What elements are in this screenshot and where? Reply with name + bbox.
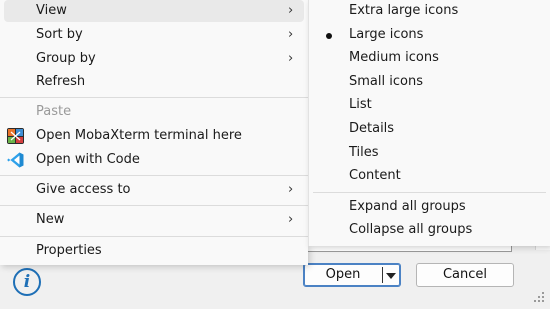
submenu-item-medium-icons[interactable]: Medium icons (309, 47, 550, 69)
chevron-right-icon: › (288, 182, 294, 197)
menu-item-label: Sort by (36, 27, 83, 42)
submenu-item-label: Expand all groups (349, 199, 466, 214)
menu-item-give-access-to[interactable]: Give access to › (0, 179, 308, 201)
open-button-label: Open (325, 267, 361, 282)
menu-item-properties[interactable]: Properties (0, 240, 308, 262)
submenu-item-list[interactable]: List (309, 94, 550, 116)
menu-item-open-with-code[interactable]: Open with Code (0, 149, 308, 171)
menu-item-refresh[interactable]: Refresh (0, 71, 308, 93)
menu-item-label: Group by (36, 51, 96, 66)
submenu-item-label: Small icons (349, 74, 423, 89)
menu-separator (0, 205, 308, 206)
submenu-item-label: Medium icons (349, 50, 439, 65)
menu-item-sort-by[interactable]: Sort by › (0, 24, 308, 46)
view-submenu: Extra large icons Large icons Medium ico… (308, 0, 550, 246)
submenu-item-label: Collapse all groups (349, 222, 473, 237)
open-dropdown-chevron-icon[interactable] (386, 273, 396, 279)
chevron-right-icon: › (288, 212, 294, 227)
submenu-item-small-icons[interactable]: Small icons (309, 71, 550, 93)
menu-item-label: Refresh (36, 74, 86, 89)
menu-item-label: View (36, 3, 67, 18)
submenu-item-label: Tiles (349, 145, 379, 160)
menu-item-view[interactable]: View › (4, 0, 304, 22)
menu-item-new[interactable]: New › (0, 209, 308, 231)
submenu-item-tiles[interactable]: Tiles (309, 142, 550, 164)
chevron-right-icon: › (288, 27, 294, 42)
menu-item-group-by[interactable]: Group by › (0, 48, 308, 70)
menu-item-label: New (36, 212, 65, 227)
submenu-item-label: Extra large icons (349, 3, 459, 18)
menu-separator (0, 175, 308, 176)
menu-separator (0, 236, 308, 237)
submenu-item-expand-all-groups[interactable]: Expand all groups (309, 196, 550, 218)
menu-item-paste: Paste (0, 101, 308, 123)
open-button[interactable]: Open (303, 263, 401, 287)
info-icon[interactable]: i (13, 268, 41, 296)
menu-item-open-mobaxterm[interactable]: Open MobaXterm terminal here (0, 125, 308, 147)
submenu-separator (313, 192, 546, 193)
menu-item-label: Properties (36, 243, 102, 258)
submenu-item-label: Content (349, 168, 401, 183)
submenu-item-large-icons[interactable]: Large icons (309, 24, 550, 46)
split-divider (382, 267, 383, 283)
context-menu: View › Sort by › Group by › Refresh Past… (0, 0, 308, 265)
mobaxterm-icon (7, 128, 24, 144)
submenu-item-content[interactable]: Content (309, 165, 550, 187)
menu-item-label: Open with Code (36, 152, 140, 167)
menu-item-label: Paste (36, 104, 72, 119)
submenu-item-label: Large icons (349, 27, 424, 42)
submenu-item-extra-large-icons[interactable]: Extra large icons (309, 0, 550, 22)
cancel-button[interactable]: Cancel (416, 263, 514, 287)
submenu-item-label: Details (349, 121, 395, 136)
menu-item-label: Give access to (36, 182, 131, 197)
submenu-item-collapse-all-groups[interactable]: Collapse all groups (309, 219, 550, 241)
selected-bullet-icon (326, 33, 332, 39)
menu-separator (0, 97, 308, 98)
chevron-right-icon: › (288, 51, 294, 66)
vscode-icon (7, 152, 24, 168)
resize-grip-icon[interactable] (530, 292, 546, 306)
chevron-right-icon: › (288, 3, 294, 18)
menu-item-label: Open MobaXterm terminal here (36, 128, 242, 143)
submenu-item-details[interactable]: Details (309, 118, 550, 140)
submenu-item-label: List (349, 97, 372, 112)
